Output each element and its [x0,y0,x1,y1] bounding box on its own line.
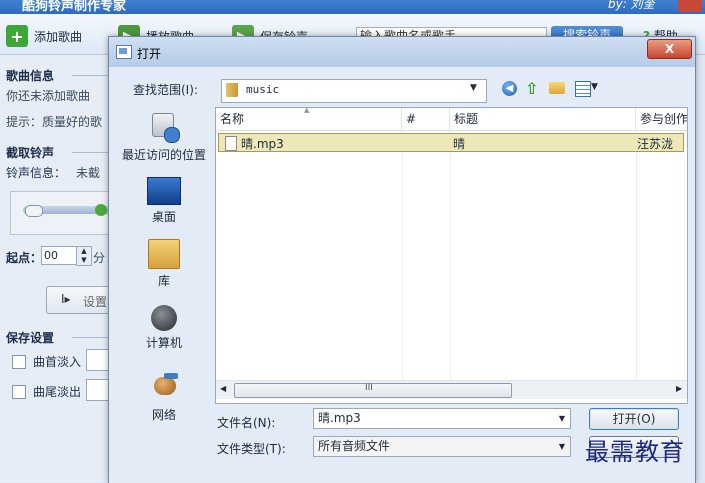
add-song-label: 添加歌曲 [34,29,83,44]
divider [72,337,110,338]
ring-info-value: 未截 [76,166,101,180]
file-list[interactable]: 名称 ▲ # 标题 参与创作 晴.mp3 晴 汪苏泷 ◀ III ▶ [215,107,688,404]
file-artist: 汪苏泷 [637,137,674,151]
filetype-value: 所有音频文件 [318,439,391,453]
view-menu-icon[interactable] [575,81,591,97]
place-recent[interactable]: 最近访问的位置 [115,111,213,163]
song-info-title: 歌曲信息 [6,69,55,83]
place-desktop-label: 桌面 [151,210,176,224]
dialog-titlebar: 打开 X [109,37,695,67]
app-title: 酷狗铃声制作专家 [22,0,127,14]
start-label: 起点： [6,251,43,265]
column-artist-label: 参与创作 [640,112,687,126]
chevron-down-icon: ▼ [470,83,477,93]
dialog-title: 打开 [137,47,162,61]
clip-slider-end-handle[interactable] [95,204,107,216]
view-chevron-icon[interactable]: ▼ [591,82,598,92]
scroll-grip: III [365,383,373,393]
up-folder-icon[interactable]: ⇧ [525,79,538,98]
file-row[interactable]: 晴.mp3 晴 汪苏泷 [218,133,684,152]
column-number-label: # [406,112,417,126]
set-button[interactable]: I▸ 设置 [46,286,111,314]
chevron-down-icon[interactable]: ▼ [559,437,565,456]
place-computer[interactable]: 计算机 [115,305,213,351]
open-dialog: 打开 X 查找范围(I): music ▼ ◀ ⇧ ▼ 最近访问的位置 桌面 库 [108,36,696,483]
place-computer-label: 计算机 [145,336,182,350]
divider [72,75,110,76]
place-library-label: 库 [157,274,170,288]
filename-value: 晴.mp3 [318,411,361,425]
ring-info-label: 铃声信息： [6,166,67,180]
start-minute-input[interactable]: 00 [41,246,79,265]
horizontal-scrollbar[interactable]: ◀ III ▶ [216,380,687,399]
watermark: 最需教育 [585,438,685,466]
column-divider [450,130,451,380]
save-settings-title: 保存设置 [6,331,55,345]
sort-arrow-icon: ▲ [304,107,310,114]
fade-out-checkbox[interactable] [12,385,26,399]
desktop-icon [147,177,181,205]
dialog-app-icon [116,45,132,59]
app-close-button[interactable] [678,0,702,12]
folder-icon [226,83,238,97]
place-network-label: 网络 [151,408,176,422]
column-divider [636,130,637,380]
plus-icon: + [6,25,28,47]
place-recent-label: 最近访问的位置 [121,148,206,162]
no-song-text: 你还未添加歌曲 [6,89,91,103]
app-titlebar: 酷狗铃声制作专家 by: 刘奎 [0,0,705,14]
app-author: by: 刘奎 [608,0,655,11]
column-artist-header[interactable]: 参与创作 [636,108,687,130]
column-divider [402,130,403,380]
column-number-header[interactable]: # [402,108,450,130]
back-icon[interactable]: ◀ [502,81,517,96]
clip-slider-handle[interactable] [25,205,43,217]
add-song-button[interactable]: + 添加歌曲 [6,24,82,48]
recent-places-icon [148,111,180,143]
file-list-header: 名称 ▲ # 标题 参与创作 [216,108,687,131]
new-folder-icon[interactable] [549,82,565,94]
fade-in-checkbox[interactable] [12,355,26,369]
network-icon [148,371,180,403]
tip-text: 提示：质量好的歌 [6,115,103,129]
filename-input[interactable]: 晴.mp3 ▼ [313,408,571,429]
column-title-label: 标题 [454,112,479,126]
minute-label: 分 [93,251,106,265]
divider [72,152,110,153]
filetype-select[interactable]: 所有音频文件 ▼ [313,436,571,457]
clip-title: 截取铃声 [6,146,55,160]
clip-slider-area [10,191,113,235]
fade-out-label: 曲尾淡出 [33,385,82,399]
cursor-icon: I▸ [61,292,71,306]
place-network[interactable]: 网络 [115,371,213,423]
file-title: 晴 [453,137,466,151]
app-left-panel: 歌曲信息 你还未添加歌曲 提示：质量好的歌 截取铃声 铃声信息： 未截 起点： … [0,55,113,482]
scroll-right-icon[interactable]: ▶ [676,384,682,393]
computer-icon [151,305,177,331]
library-icon [148,239,180,269]
start-minute-spinner[interactable]: ▲ ▼ [76,246,92,266]
look-in-label: 查找范围(I): [133,83,198,97]
look-in-value: music [246,83,280,96]
column-name-label: 名称 [220,112,245,126]
scrollbar-thumb[interactable]: III [234,383,512,398]
open-button[interactable]: 打开(O) [589,408,679,430]
file-name: 晴.mp3 [241,137,284,151]
column-title-header[interactable]: 标题 [450,108,636,130]
set-button-label: 设置 [83,295,108,309]
place-library[interactable]: 库 [115,239,213,289]
fade-in-label: 曲首淡入 [33,355,82,369]
file-icon [225,136,237,151]
scroll-left-icon[interactable]: ◀ [220,384,226,393]
place-desktop[interactable]: 桌面 [115,177,213,225]
places-bar: 最近访问的位置 桌面 库 计算机 网络 [115,109,213,422]
fade-out-input[interactable] [86,379,110,401]
fade-in-input[interactable] [86,349,110,371]
dialog-close-button[interactable]: X [647,39,692,59]
filetype-label: 文件类型(T): [217,442,286,456]
chevron-down-icon[interactable]: ▼ [559,409,565,428]
look-in-select[interactable]: music ▼ [221,79,487,103]
filename-label: 文件名(N): [217,416,276,430]
